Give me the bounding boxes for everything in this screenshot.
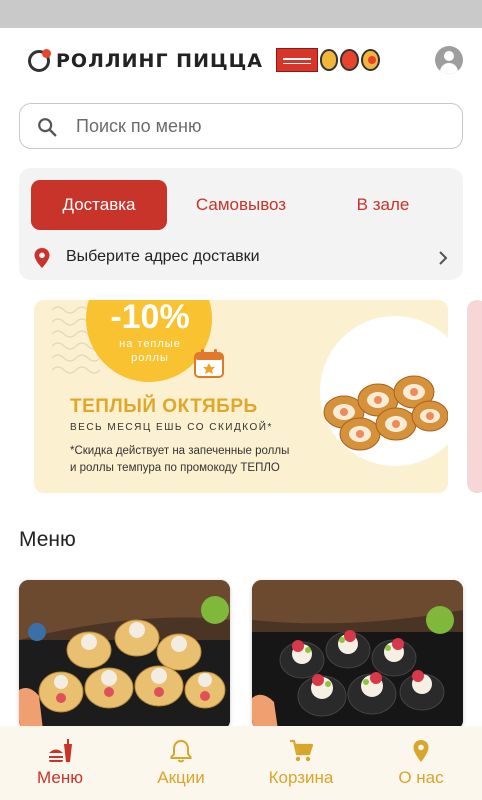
promo-note-line-1: *Скидка действует на запеченные роллы <box>70 445 290 457</box>
roll-icon <box>361 49 381 71</box>
avatar-head <box>444 51 454 61</box>
nav-promotions-label: Акции <box>157 768 205 787</box>
avatar-body <box>440 63 458 74</box>
app-header: РОЛЛИНГ ПИЦЦА <box>0 28 482 94</box>
nav-about-label: О нас <box>398 768 444 787</box>
baked-rolls-image <box>19 580 230 730</box>
bottom-navigation: Меню Акции Корзина О нас <box>0 726 482 800</box>
nav-about[interactable]: О нас <box>361 726 481 800</box>
menu-section-title: Меню <box>19 528 76 551</box>
nav-cart[interactable]: Корзина <box>241 726 361 800</box>
bell-icon <box>170 739 192 763</box>
nav-cart-label: Корзина <box>268 768 334 787</box>
logo-text: РОЛЛИНГ ПИЦЦА <box>56 50 263 72</box>
location-pin-icon <box>413 740 429 762</box>
search-icon <box>38 118 57 137</box>
search-bar[interactable] <box>19 103 463 149</box>
fastfood-icon <box>49 739 72 762</box>
pizza-icon <box>340 49 360 71</box>
classic-rolls-image <box>252 580 463 730</box>
address-selector[interactable]: Выберите адрес доставки <box>19 240 463 276</box>
order-type-card: Доставка Самовывоз В зале Выберите адрес… <box>19 168 463 280</box>
account-circle-icon[interactable] <box>435 46 463 74</box>
nav-promotions[interactable]: Акции <box>121 726 241 800</box>
promo-banner[interactable]: -10% на теплые роллы ТЕПЛЫЙ ОКТЯБРЬ ВЕСЬ… <box>34 300 448 493</box>
fish-icon <box>319 49 339 71</box>
address-prompt: Выберите адрес доставки <box>66 248 260 265</box>
promo-tagline: ВЕСЬ МЕСЯЦ ЕШЬ СО СКИДКОЙ* <box>70 422 273 433</box>
status-bar <box>0 0 482 28</box>
calendar-icon <box>194 349 224 378</box>
nav-menu-label: Меню <box>37 768 83 787</box>
logo-strip <box>276 46 381 74</box>
menu-category-card[interactable] <box>19 580 230 730</box>
tab-pickup[interactable]: Самовывоз <box>171 180 311 230</box>
logo[interactable]: РОЛЛИНГ ПИЦЦА <box>28 46 263 76</box>
promo-note-line-2: и роллы темпура по промокоду ТЕПЛО <box>70 462 280 474</box>
discount-value: -10% <box>110 300 190 336</box>
menu-category-card[interactable] <box>252 580 463 730</box>
nav-menu[interactable]: Меню <box>0 726 120 800</box>
tempura-rolls-image <box>323 375 448 451</box>
next-banner-peek[interactable] <box>467 300 482 493</box>
logo-ball-icon <box>28 49 51 72</box>
location-pin-icon <box>34 248 50 268</box>
search-input[interactable] <box>76 112 446 140</box>
discount-sub-line-1: на теплые <box>119 338 181 350</box>
chevron-right-icon <box>439 251 448 265</box>
cart-icon <box>290 739 314 762</box>
promo-title: ТЕПЛЫЙ ОКТЯБРЬ <box>70 396 258 417</box>
tab-delivery[interactable]: Доставка <box>31 180 167 230</box>
discount-sub-line-2: роллы <box>131 352 169 364</box>
tab-dine-in[interactable]: В зале <box>315 180 451 230</box>
chopsticks-icon <box>276 48 318 72</box>
